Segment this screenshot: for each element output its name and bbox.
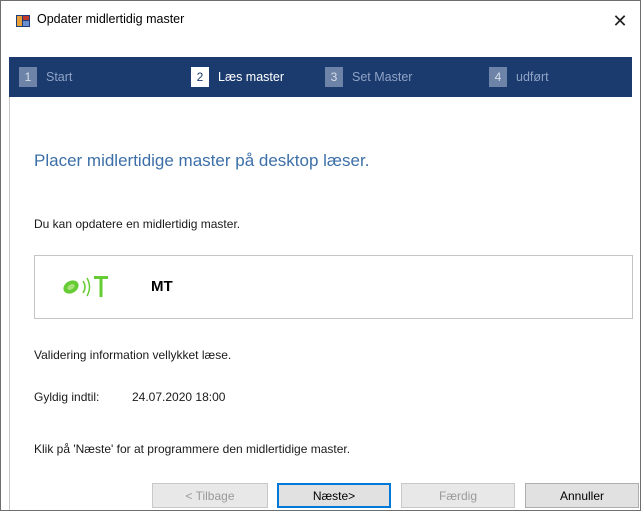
step-number: 4	[489, 67, 507, 87]
step-read-master: 2 Læs master	[191, 66, 284, 88]
close-icon: ✕	[612, 10, 628, 31]
back-button[interactable]: < Tilbage	[152, 483, 268, 508]
next-button[interactable]: Næste>	[277, 483, 391, 508]
step-number: 3	[325, 67, 343, 87]
valid-until-row: Gyldig indtil: 24.07.2020 18:00	[34, 390, 225, 404]
card-reader-icon	[63, 276, 108, 297]
app-icon	[16, 15, 30, 27]
step-number: 2	[191, 67, 209, 87]
dialog-window: Opdater midlertidig master ✕ 1 Start 2 L…	[0, 0, 641, 511]
step-label: Start	[46, 70, 73, 84]
step-start: 1 Start	[19, 66, 72, 88]
cancel-button[interactable]: Annuller	[525, 483, 639, 508]
validation-text: Validering information vellykket læse.	[34, 348, 232, 362]
valid-until-value: 24.07.2020 18:00	[132, 390, 226, 404]
step-label: Læs master	[218, 70, 284, 84]
step-label: Set Master	[352, 70, 413, 84]
instruction-text: Klik på 'Næste' for at programmere den m…	[34, 442, 351, 456]
title-bar: Opdater midlertidig master ✕	[1, 1, 640, 41]
close-button[interactable]: ✕	[600, 1, 640, 41]
intro-text: Du kan opdatere en midlertidig master.	[34, 217, 241, 231]
valid-until-label: Gyldig indtil:	[34, 390, 100, 404]
master-type-label: MT	[151, 278, 173, 295]
step-set-master: 3 Set Master	[325, 66, 412, 88]
step-done: 4 udført	[489, 66, 549, 88]
step-label: udført	[516, 70, 549, 84]
window-title: Opdater midlertidig master	[37, 12, 185, 26]
finish-button[interactable]: Færdig	[401, 483, 515, 508]
page-heading: Placer midlertidige master på desktop læ…	[34, 151, 370, 170]
wizard-steps-bar: 1 Start 2 Læs master 3 Set Master 4 udfø…	[9, 57, 632, 97]
master-card-panel: MT	[34, 255, 633, 319]
step-number: 1	[19, 67, 37, 87]
wizard-content: Placer midlertidige master på desktop læ…	[9, 97, 639, 510]
